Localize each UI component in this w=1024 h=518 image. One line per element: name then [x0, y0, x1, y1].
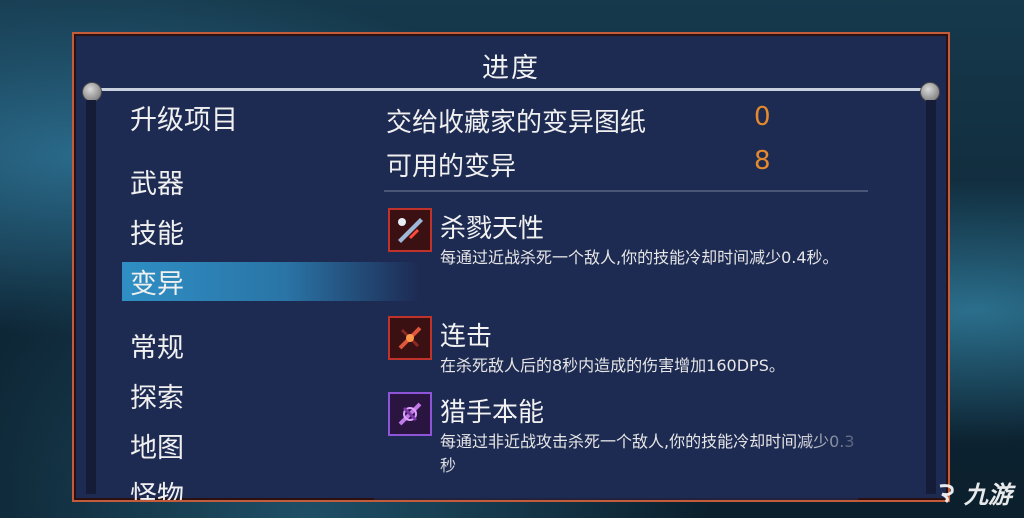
stat-available-label: 可用的变异	[386, 152, 517, 182]
watermark: 九游	[936, 475, 1012, 510]
title-divider	[94, 88, 928, 91]
watermark-logo-icon	[939, 483, 954, 503]
stats-divider	[384, 190, 868, 192]
nav-item-monsters[interactable]: 怪物	[130, 474, 184, 500]
left-scroll-rail[interactable]	[86, 100, 96, 494]
killer-instinct-icon[interactable]	[388, 208, 432, 252]
list-fade	[374, 460, 858, 500]
right-scroll-rail[interactable]	[926, 100, 936, 494]
stat-blueprints-value: 0	[754, 102, 771, 132]
nav-item-skills[interactable]: 技能	[130, 212, 184, 251]
panel-title: 进度	[482, 53, 540, 84]
nav-item-exploration[interactable]: 探索	[130, 376, 184, 415]
nav-item-weapons[interactable]: 武器	[130, 162, 184, 201]
stat-blueprints-label: 交给收藏家的变异图纸	[386, 108, 647, 138]
right-knob-icon	[920, 82, 940, 102]
mutation-name: 连击	[440, 322, 493, 352]
nav-item-map[interactable]: 地图	[130, 426, 184, 465]
combo-icon[interactable]	[388, 316, 432, 360]
mutation-name: 杀戮天性	[440, 214, 545, 244]
nav-item-mutations[interactable]: 变异	[122, 262, 420, 301]
stat-available-value: 8	[754, 146, 771, 176]
upgrade-heading: 升级项目	[130, 105, 238, 136]
mutation-description: 在杀死敌人后的8秒内造成的伤害增加160DPS。	[440, 356, 785, 375]
nav-item-general[interactable]: 常规	[130, 326, 184, 365]
hunter-instinct-icon[interactable]	[388, 392, 432, 436]
watermark-text: 九游	[964, 481, 1012, 509]
mutation-description: 每通过近战杀死一个敌人,你的技能冷却时间减少0.4秒。	[440, 248, 839, 267]
left-knob-icon	[82, 82, 102, 102]
mutation-name: 猎手本能	[440, 398, 545, 428]
progress-panel: 进度 升级项目 武器 技能 变异 常规 探索 地图 怪物 交给收藏家的变异图纸 …	[72, 32, 950, 502]
